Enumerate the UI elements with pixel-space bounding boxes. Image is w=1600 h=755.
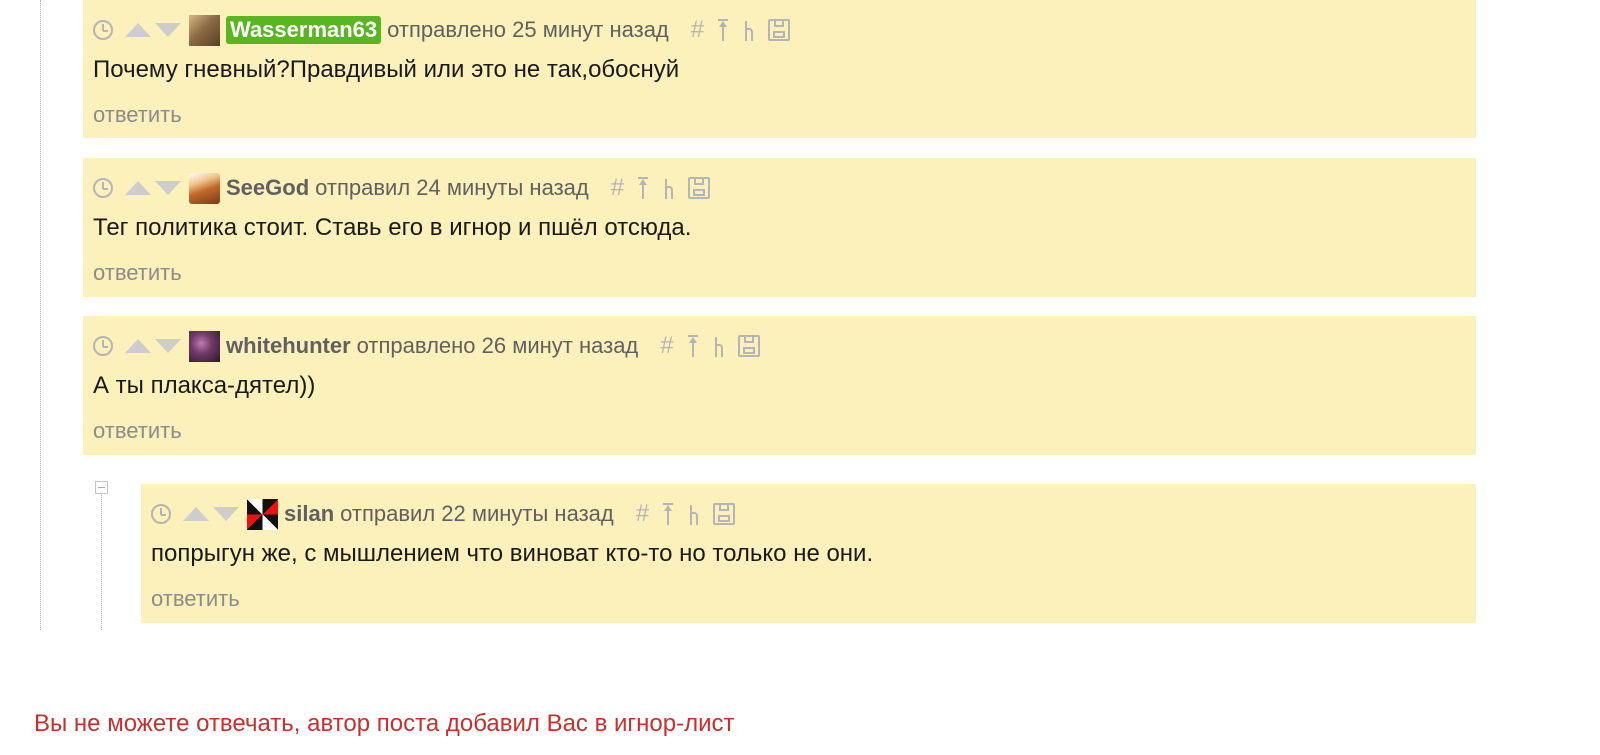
vote-down-icon[interactable]	[155, 339, 181, 353]
username[interactable]: silan	[284, 501, 334, 527]
vote-down-icon[interactable]	[155, 181, 181, 195]
clock-icon[interactable]	[151, 504, 171, 524]
comment-text: попрыгун же, с мышлением что виноват кто…	[151, 540, 874, 567]
anchor-icon[interactable]: #	[611, 176, 624, 200]
save-icon[interactable]	[713, 503, 736, 525]
comment-timestamp: отправлено 26 минут назад	[356, 333, 639, 358]
vote-up-icon[interactable]	[125, 23, 151, 37]
clock-icon[interactable]	[93, 178, 113, 198]
branch-icon[interactable]	[712, 334, 726, 358]
comment: Wasserman63 отправлено 25 минут назад # …	[83, 0, 1476, 138]
comment-timestamp: отправил 22 минуты назад	[340, 501, 614, 526]
ignore-list-notice: Вы не можете отвечать, автор поста добав…	[34, 710, 735, 737]
branch-icon[interactable]	[662, 176, 676, 200]
branch-icon[interactable]	[742, 18, 756, 42]
reply-link[interactable]: ответить	[151, 586, 240, 612]
save-icon[interactable]	[737, 335, 760, 357]
comment-header: silan отправил 22 минуты назад #	[151, 498, 736, 530]
vote-up-icon[interactable]	[125, 181, 151, 195]
comment: whitehunter отправлено 26 минут назад # …	[83, 316, 1476, 455]
anchor-icon[interactable]: #	[636, 502, 649, 526]
comment-header: Wasserman63 отправлено 25 минут назад #	[93, 14, 791, 46]
go-to-parent-icon[interactable]	[686, 334, 700, 358]
comment-timestamp: отправил 24 минуты назад	[315, 175, 589, 200]
comment-text: Почему гневный?Правдивый или это не так,…	[93, 56, 680, 83]
save-icon[interactable]	[688, 177, 711, 199]
reply-link[interactable]: ответить	[93, 102, 182, 128]
go-to-parent-icon[interactable]	[636, 176, 650, 200]
avatar[interactable]	[189, 172, 220, 204]
avatar[interactable]	[189, 14, 220, 46]
avatar[interactable]	[247, 498, 278, 530]
comment-header: whitehunter отправлено 26 минут назад #	[93, 330, 760, 362]
vote-up-icon[interactable]	[125, 339, 151, 353]
clock-icon[interactable]	[93, 336, 113, 356]
comment-timestamp: отправлено 25 минут назад	[387, 17, 669, 42]
clock-icon[interactable]	[93, 20, 113, 40]
username[interactable]: whitehunter	[226, 333, 351, 359]
username[interactable]: Wasserman63	[226, 16, 382, 44]
vote-down-icon[interactable]	[213, 507, 239, 521]
thread-line	[40, 0, 41, 630]
go-to-parent-icon[interactable]	[716, 18, 730, 42]
go-to-parent-icon[interactable]	[661, 502, 675, 526]
collapse-thread-button[interactable]	[95, 481, 108, 494]
subthread-line	[101, 492, 102, 630]
comment: SeeGod отправил 24 минуты назад # Тег по…	[83, 158, 1476, 297]
save-icon[interactable]	[768, 19, 791, 41]
reply-link[interactable]: ответить	[93, 260, 182, 286]
vote-down-icon[interactable]	[155, 23, 181, 37]
branch-icon[interactable]	[687, 502, 701, 526]
reply-link[interactable]: ответить	[93, 418, 182, 444]
username[interactable]: SeeGod	[226, 175, 309, 201]
comment-text: А ты плакса-дятел))	[93, 372, 316, 399]
vote-up-icon[interactable]	[183, 507, 209, 521]
comment-reply: silan отправил 22 минуты назад # попрыгу…	[141, 484, 1476, 623]
anchor-icon[interactable]: #	[660, 334, 673, 358]
avatar[interactable]	[189, 330, 220, 362]
comment-header: SeeGod отправил 24 минуты назад #	[93, 172, 711, 204]
anchor-icon[interactable]: #	[691, 18, 704, 42]
comment-text: Тег политика стоит. Ставь его в игнор и …	[93, 214, 692, 241]
